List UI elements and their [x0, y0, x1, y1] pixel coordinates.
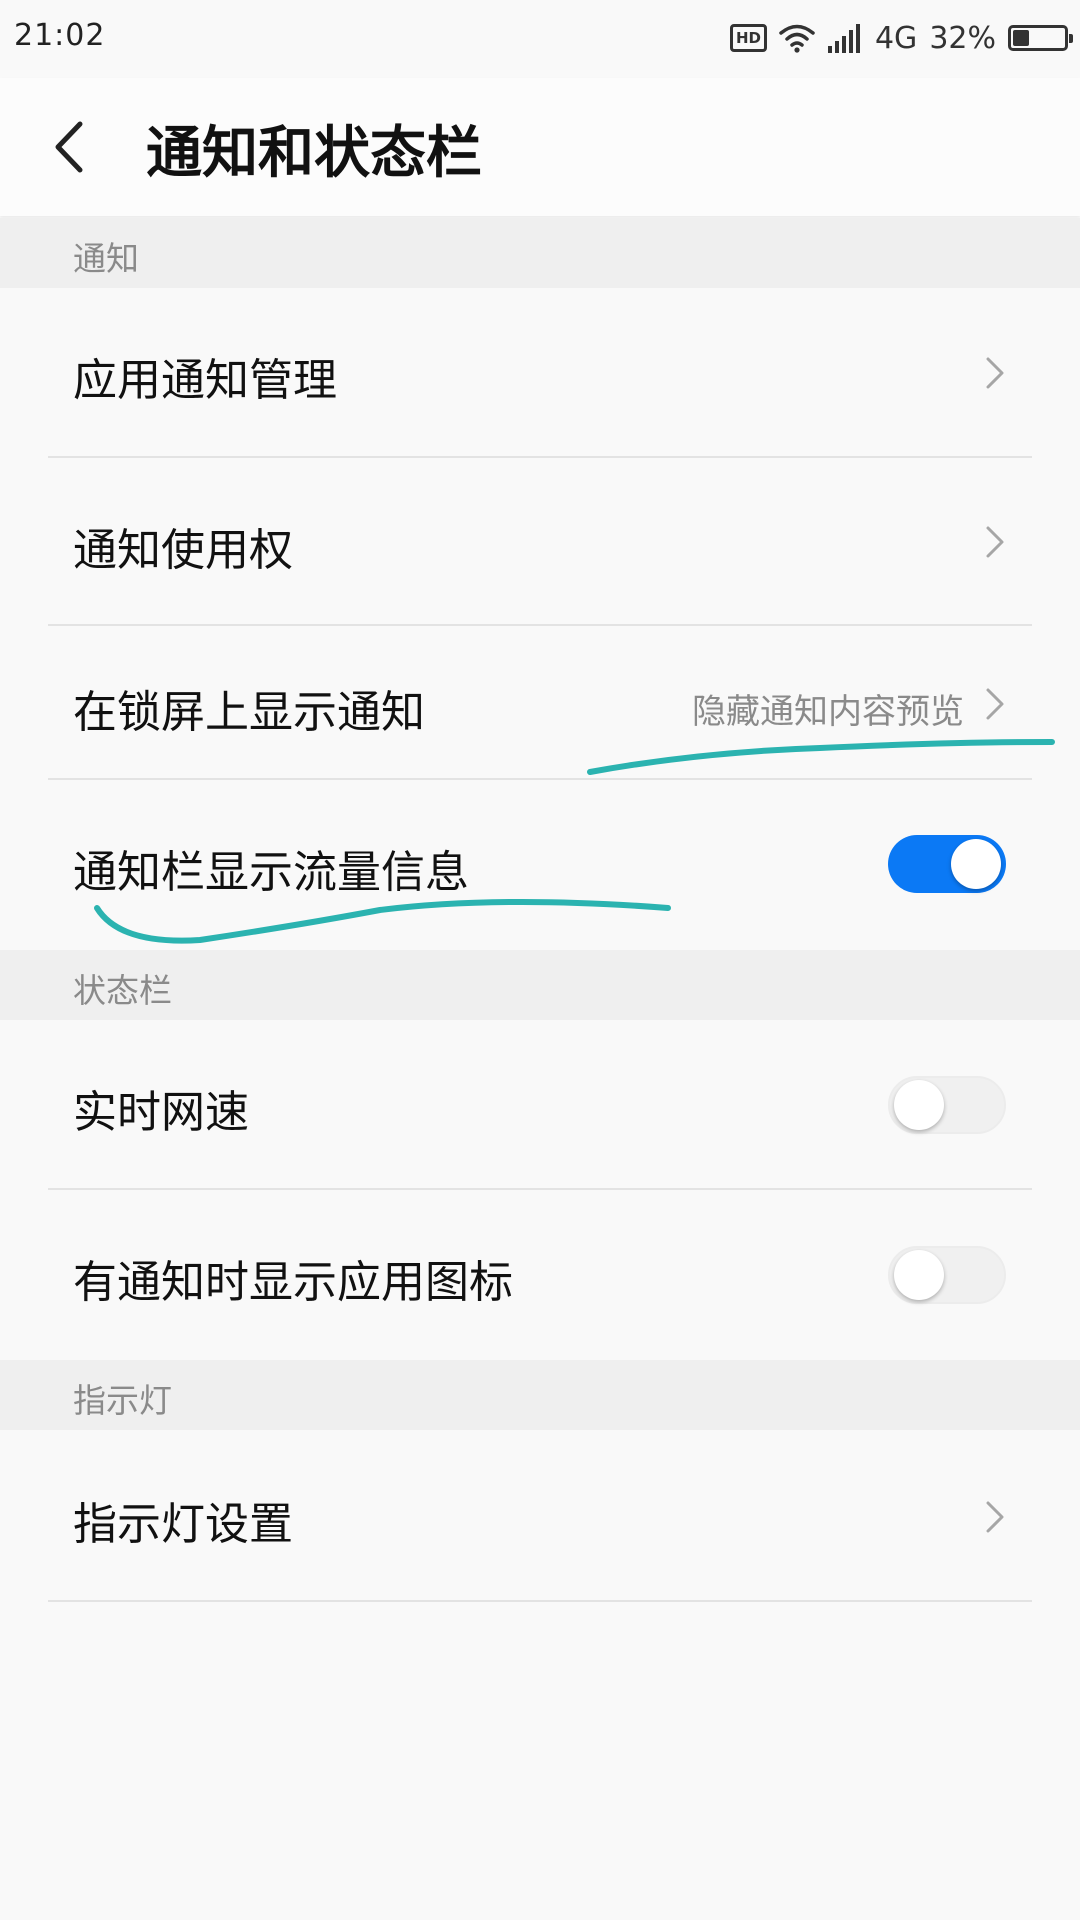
status-bar: 21:02 HD 4G 32% [0, 0, 1080, 78]
row-lockscreen-notification[interactable]: 在锁屏上显示通知 隐藏通知内容预览 [0, 626, 1080, 780]
toggle-knob [894, 1250, 944, 1300]
app-header: 通知和状态栏 [0, 78, 1080, 216]
network-type: 4G [874, 20, 918, 56]
realtime-speed-toggle[interactable] [888, 1076, 1006, 1134]
chevron-right-icon [986, 688, 1004, 720]
battery-level [1013, 30, 1029, 46]
chevron-right-icon [986, 357, 1004, 389]
chevron-right-icon [986, 1501, 1004, 1533]
traffic-info-toggle[interactable] [888, 835, 1006, 893]
row-value: 隐藏通知内容预览 [692, 692, 964, 732]
row-traffic-info: 通知栏显示流量信息 [0, 780, 1080, 950]
signal-icon [827, 24, 860, 53]
page-title: 通知和状态栏 [146, 121, 482, 186]
section-header-indicator: 指示灯 [0, 1360, 1080, 1430]
row-notification-access[interactable]: 通知使用权 [0, 458, 1080, 626]
row-label: 在锁屏上显示通知 [73, 687, 425, 738]
chevron-right-icon [986, 526, 1004, 558]
row-label: 实时网速 [73, 1087, 249, 1138]
toggle-knob [894, 1080, 944, 1130]
section-title: 状态栏 [73, 971, 172, 1010]
row-label: 应用通知管理 [73, 355, 337, 406]
row-show-app-icon: 有通知时显示应用图标 [0, 1190, 1080, 1360]
show-app-icon-toggle[interactable] [888, 1246, 1006, 1304]
row-realtime-speed: 实时网速 [0, 1020, 1080, 1190]
row-label: 指示灯设置 [73, 1499, 293, 1550]
row-app-notification-management[interactable]: 应用通知管理 [0, 288, 1080, 458]
status-time: 21:02 [14, 18, 106, 53]
hd-icon: HD [729, 24, 767, 52]
row-label: 通知栏显示流量信息 [73, 847, 469, 898]
battery-percent: 32% [929, 20, 996, 56]
section-header-status-bar: 状态栏 [0, 950, 1080, 1020]
settings-screen: 21:02 HD 4G 32% 通知和状态栏 通知 应用通知管理 通知使用权 在… [0, 0, 1080, 1920]
toggle-knob [951, 839, 1001, 889]
row-label: 通知使用权 [73, 525, 293, 576]
battery-icon [1008, 25, 1073, 51]
row-label: 有通知时显示应用图标 [73, 1257, 513, 1308]
section-header-notifications: 通知 [0, 218, 1080, 288]
row-indicator-settings[interactable]: 指示灯设置 [0, 1430, 1080, 1602]
status-icons: HD 4G 32% [729, 16, 1073, 60]
divider [48, 1600, 1032, 1602]
section-title: 通知 [73, 239, 139, 278]
back-arrow-icon[interactable] [44, 112, 104, 182]
section-title: 指示灯 [73, 1381, 172, 1420]
wifi-icon [779, 24, 815, 53]
